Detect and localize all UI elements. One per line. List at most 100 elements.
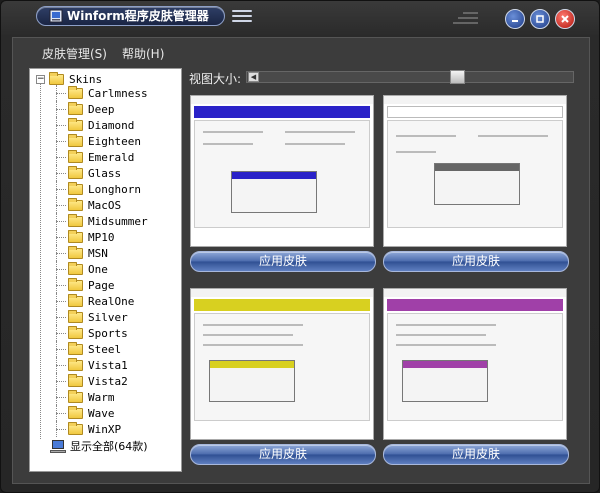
folder-icon	[68, 117, 83, 131]
tree-item-label: Eighteen	[88, 134, 141, 148]
folder-icon	[68, 197, 83, 211]
tree-item-skin[interactable]: Vista1	[30, 357, 180, 373]
tree-item-label: Sports	[88, 326, 128, 340]
folder-icon	[68, 165, 83, 179]
folder-icon	[68, 341, 83, 355]
folder-icon	[68, 213, 83, 227]
tree-item-skin[interactable]: Glass	[30, 165, 180, 181]
folder-icon	[68, 261, 83, 275]
tree-item-label: Warm	[88, 390, 115, 404]
view-size-slider[interactable]	[246, 71, 574, 83]
tree-item-label: Midsummer	[88, 214, 148, 228]
tree-item-skin[interactable]: RealOne	[30, 293, 180, 309]
title-pill: Winform程序皮肤管理器	[36, 6, 225, 26]
folder-icon	[68, 309, 83, 323]
tree-item-skin[interactable]: MacOS	[30, 197, 180, 213]
preview-toolbar	[194, 106, 370, 118]
skin-preview[interactable]	[190, 288, 374, 440]
menu-help[interactable]: 帮助(H)	[122, 45, 164, 62]
collapse-icon[interactable]: −	[36, 74, 45, 84]
tree-item-skin[interactable]: Carlmness	[30, 85, 180, 101]
tree-item-skin[interactable]: Midsummer	[30, 213, 180, 229]
folder-icon	[68, 133, 83, 147]
tree-item-label: RealOne	[88, 294, 135, 308]
folder-icon	[68, 101, 83, 115]
minimize-button[interactable]	[505, 9, 525, 29]
tree-item-skin[interactable]: Wave	[30, 405, 180, 421]
preview-toolbar	[387, 299, 563, 311]
folder-icon	[49, 71, 64, 85]
menu-skin-management[interactable]: 皮肤管理(S)	[42, 45, 107, 62]
apply-skin-button[interactable]: 应用皮肤	[190, 251, 376, 272]
preview-toolbar	[194, 299, 370, 311]
folder-icon	[68, 245, 83, 259]
tree-item-label: Glass	[88, 166, 122, 180]
tree-root-skins[interactable]: − Skins	[36, 71, 102, 86]
tree-item-skin[interactable]: Deep	[30, 101, 180, 117]
tree-item-label: MP10	[88, 230, 115, 244]
window-title: Winform程序皮肤管理器	[67, 9, 209, 23]
folder-icon	[68, 85, 83, 99]
preview-body	[194, 120, 370, 228]
app-icon	[49, 9, 63, 23]
skin-preview[interactable]	[383, 288, 567, 440]
tree-list: Carlmness Deep Diamond Eighteen Emerald …	[30, 85, 180, 437]
tree-item-label: Deep	[88, 102, 115, 116]
tree-item-skin[interactable]: Longhorn	[30, 181, 180, 197]
tree-item-label: MSN	[88, 246, 108, 260]
view-size-label: 视图大小:	[189, 72, 242, 86]
tree-item-skin[interactable]: Silver	[30, 309, 180, 325]
apply-skin-button[interactable]: 应用皮肤	[383, 444, 569, 465]
folder-icon	[68, 325, 83, 339]
preview-toolbar	[387, 106, 563, 118]
preview-body	[387, 313, 563, 421]
tree-item-label: Page	[88, 278, 115, 292]
preview-body	[387, 120, 563, 228]
menu-bar: 皮肤管理(S) 帮助(H)	[13, 38, 589, 68]
title-bar[interactable]: Winform程序皮肤管理器	[1, 1, 599, 35]
folder-icon	[68, 357, 83, 371]
system-menu-icon[interactable]	[232, 10, 252, 24]
apply-skin-button[interactable]: 应用皮肤	[383, 251, 569, 272]
tree-item-skin[interactable]: Page	[30, 277, 180, 293]
slider-left-arrow-icon[interactable]: ◀	[248, 72, 259, 82]
tree-item-label: WinXP	[88, 422, 122, 436]
maximize-button[interactable]	[530, 9, 550, 29]
tree-item-show-all[interactable]: 显示全部(64款)	[50, 438, 148, 454]
preview-dialog	[231, 171, 317, 213]
slider-thumb[interactable]	[450, 70, 465, 84]
skin-preview[interactable]	[190, 95, 374, 247]
tree-item-label: Vista2	[88, 374, 128, 388]
tree-item-skin[interactable]: Vista2	[30, 373, 180, 389]
tree-item-label: One	[88, 262, 108, 276]
tree-item-skin[interactable]: WinXP	[30, 421, 180, 437]
close-icon	[561, 15, 569, 23]
tree-item-label: Diamond	[88, 118, 135, 132]
maximize-icon	[536, 15, 544, 23]
skin-tree[interactable]: − Skins Carlmness Deep Diamond Eighteen …	[29, 68, 182, 472]
folder-icon	[68, 229, 83, 243]
tree-item-label: Wave	[88, 406, 115, 420]
tree-item-label: Longhorn	[88, 182, 141, 196]
tree-item-skin[interactable]: Emerald	[30, 149, 180, 165]
preview-dialog	[402, 360, 488, 402]
close-button[interactable]	[555, 9, 575, 29]
preview-dialog	[434, 163, 520, 205]
main-panel: 皮肤管理(S) 帮助(H) − Skins Carlmness Deep Dia…	[12, 37, 590, 484]
tree-item-skin[interactable]: Diamond	[30, 117, 180, 133]
tree-item-label: MacOS	[88, 198, 122, 212]
tree-item-label: Silver	[88, 310, 128, 324]
tree-item-skin[interactable]: Warm	[30, 389, 180, 405]
minimize-icon	[512, 20, 518, 22]
tree-item-skin[interactable]: Sports	[30, 325, 180, 341]
apply-skin-button[interactable]: 应用皮肤	[190, 444, 376, 465]
skin-preview[interactable]	[383, 95, 567, 247]
tree-item-skin[interactable]: MSN	[30, 245, 180, 261]
tree-item-label: Carlmness	[88, 86, 148, 100]
tree-item-skin[interactable]: Eighteen	[30, 133, 180, 149]
tree-item-skin[interactable]: Steel	[30, 341, 180, 357]
tree-item-label: Emerald	[88, 150, 135, 164]
tree-item-skin[interactable]: MP10	[30, 229, 180, 245]
show-all-label: 显示全部(64款)	[70, 440, 148, 453]
tree-item-skin[interactable]: One	[30, 261, 180, 277]
